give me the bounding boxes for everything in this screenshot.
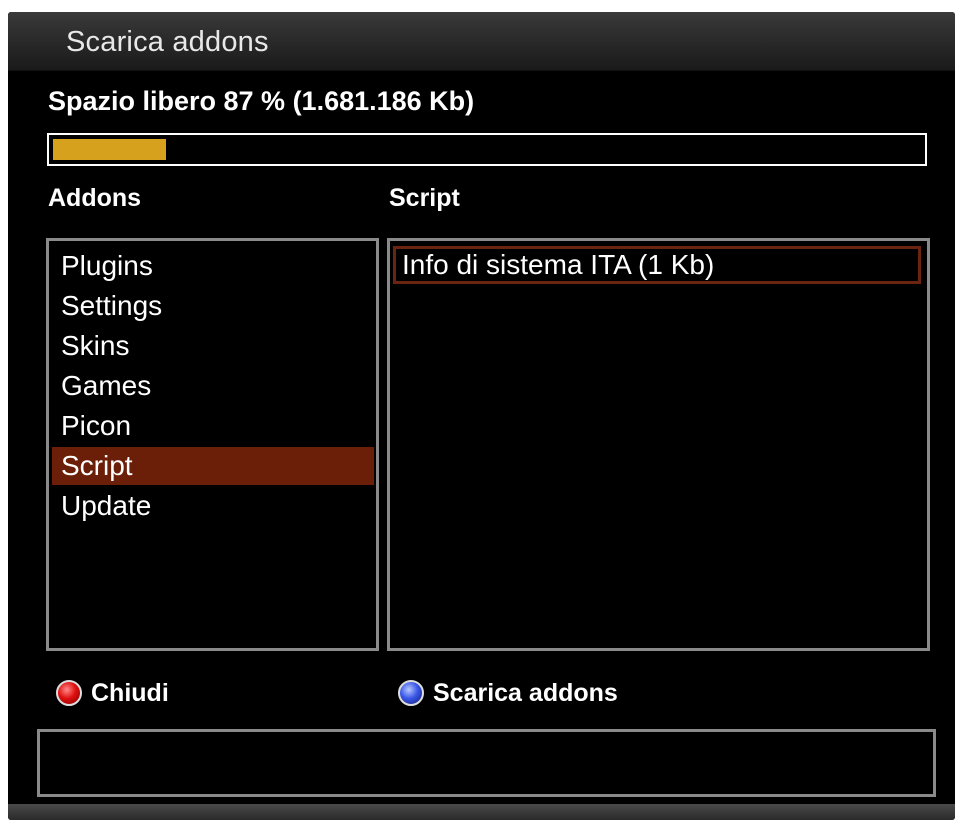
- bottom-bar: [8, 804, 955, 820]
- script-addon-item[interactable]: Info di sistema ITA (1 Kb): [393, 246, 921, 284]
- storage-progress-bar: [47, 133, 927, 166]
- blue-button-icon: [398, 680, 424, 706]
- addon-category-item[interactable]: Plugins: [52, 247, 374, 285]
- script-column-header: Script: [389, 184, 460, 212]
- addon-category-item[interactable]: Settings: [52, 287, 374, 325]
- addon-download-window: Scarica addons Spazio libero 87 % (1.681…: [8, 12, 955, 820]
- script-addons-list[interactable]: Info di sistema ITA (1 Kb): [387, 238, 930, 651]
- download-addons-button[interactable]: Scarica addons: [398, 676, 618, 710]
- addon-category-item[interactable]: Games: [52, 367, 374, 405]
- red-button-icon: [56, 680, 82, 706]
- storage-progress-fill: [53, 139, 166, 160]
- title-bar: Scarica addons: [8, 12, 955, 71]
- close-button-label: Chiudi: [91, 678, 169, 707]
- window-title: Scarica addons: [66, 26, 269, 58]
- addon-category-item[interactable]: Skins: [52, 327, 374, 365]
- close-button[interactable]: Chiudi: [56, 676, 169, 710]
- download-addons-button-label: Scarica addons: [433, 678, 618, 707]
- addons-column-header: Addons: [48, 184, 142, 212]
- addon-category-item[interactable]: Update: [52, 487, 374, 525]
- free-space-label: Spazio libero 87 % (1.681.186 Kb): [48, 86, 475, 116]
- addons-category-list[interactable]: Plugins Settings Skins Games Picon Scrip…: [46, 238, 379, 651]
- status-message-box: [37, 729, 936, 797]
- addon-category-item[interactable]: Picon: [52, 407, 374, 445]
- addon-category-item[interactable]: Script: [52, 447, 374, 485]
